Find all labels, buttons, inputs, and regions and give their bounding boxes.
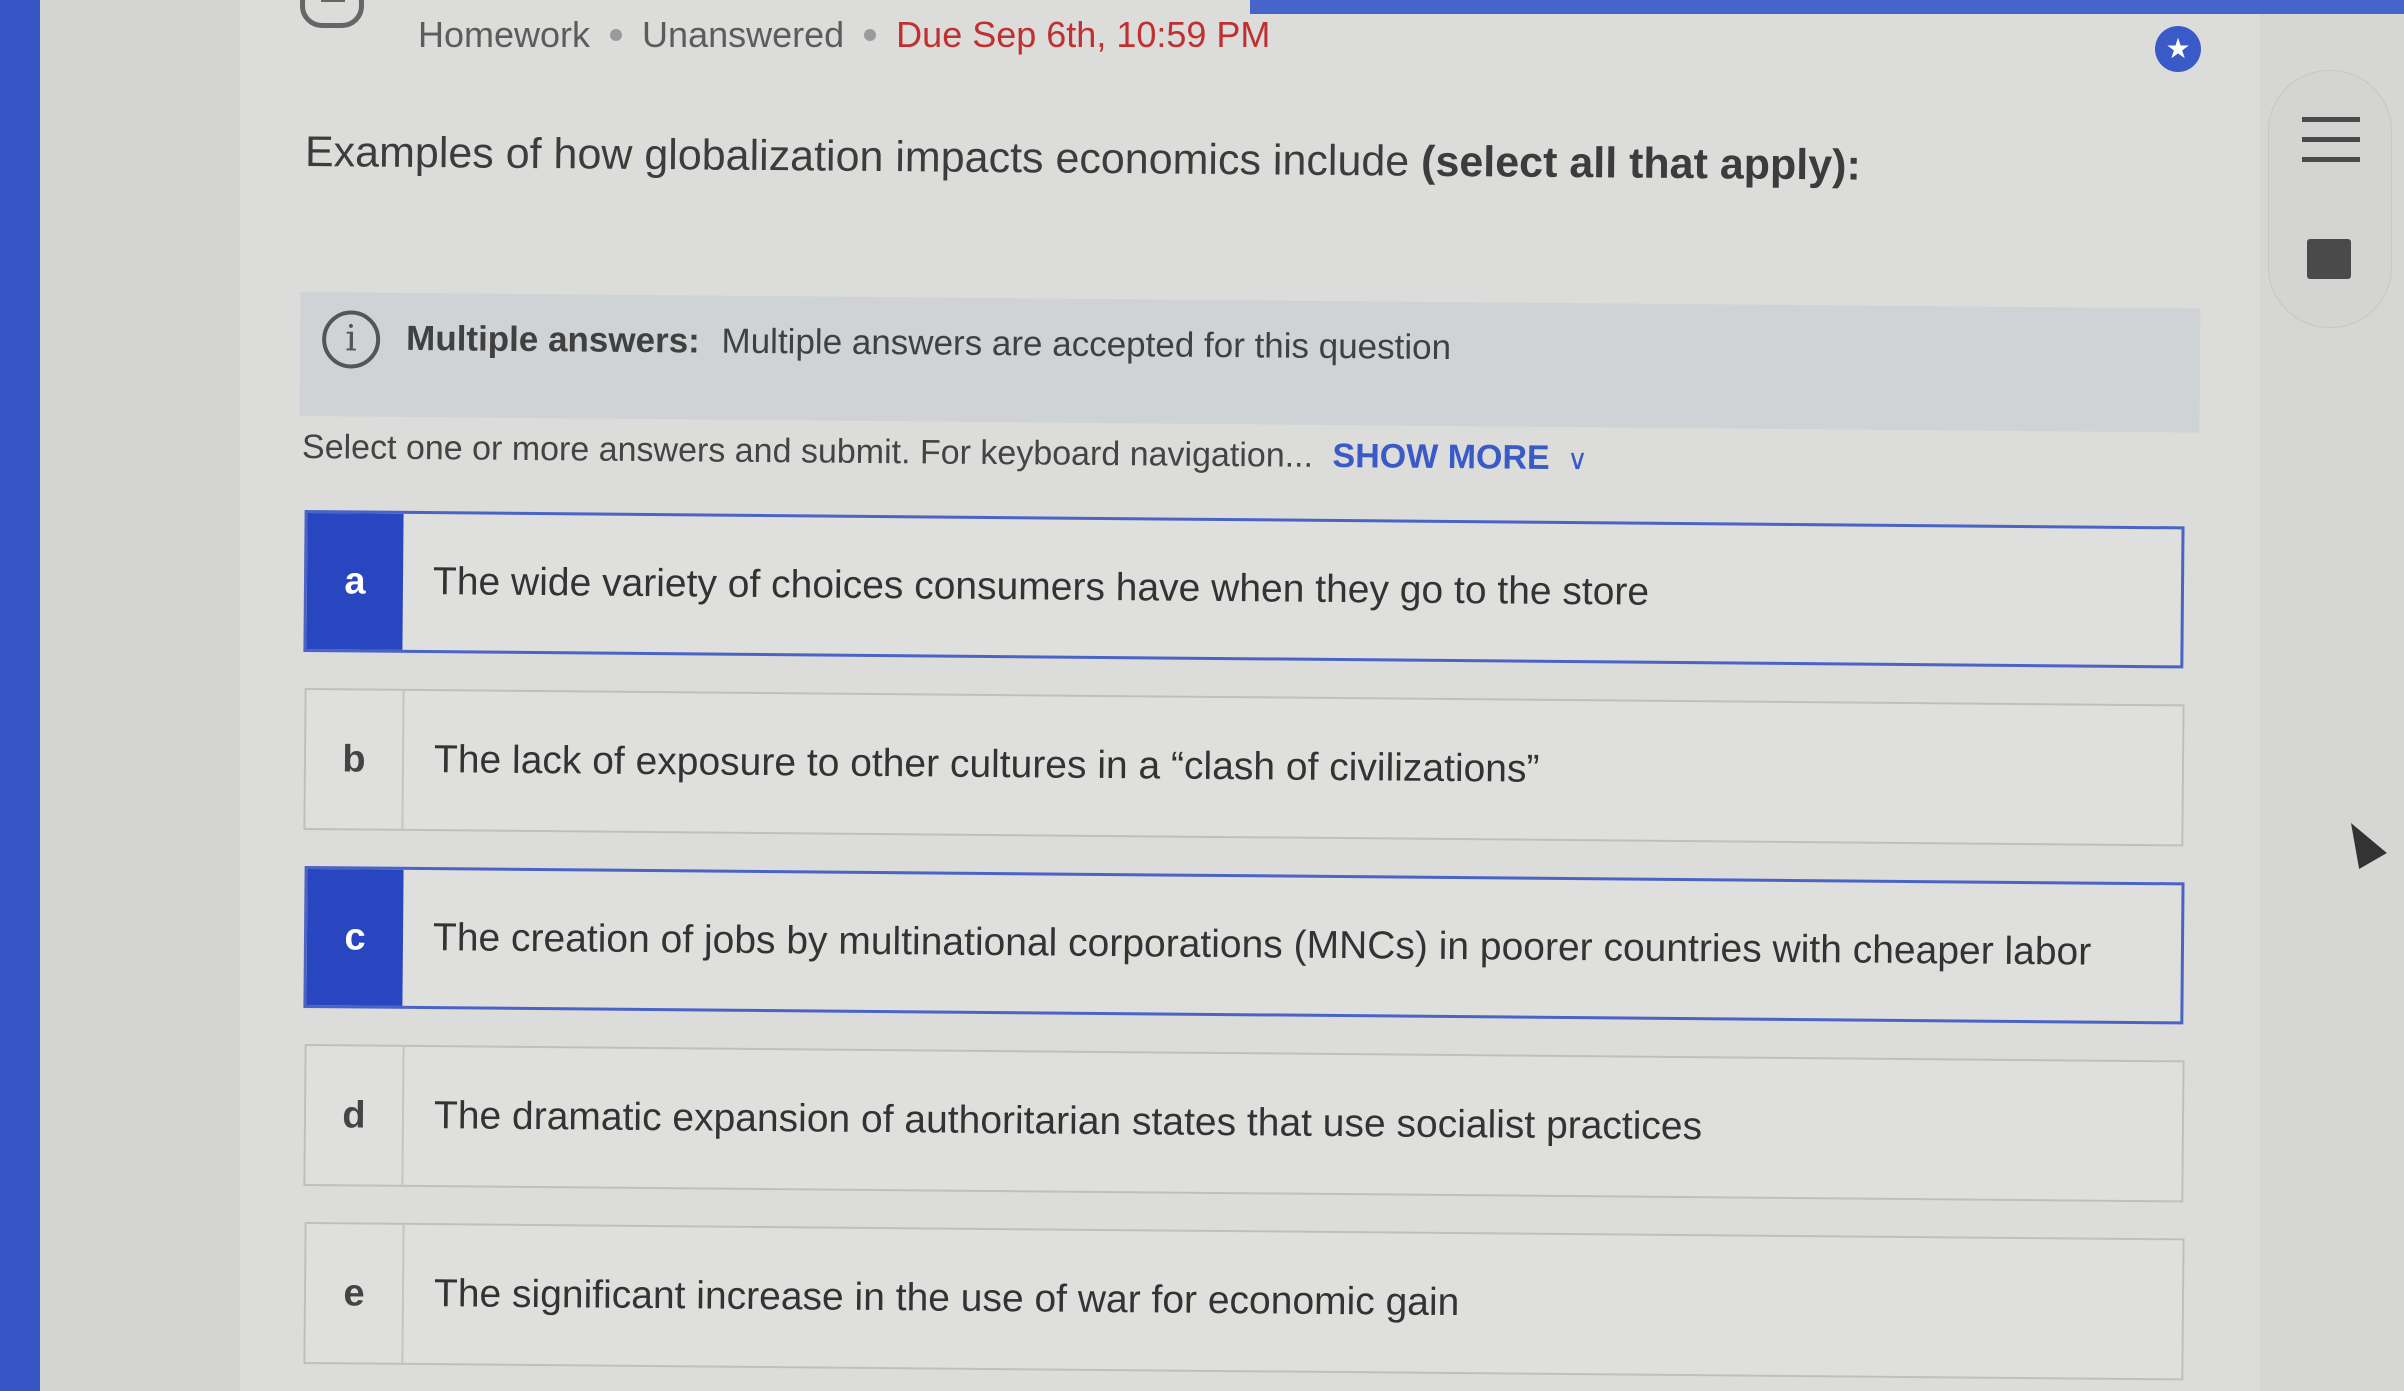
- option-text: The lack of exposure to other cultures i…: [433, 738, 1540, 791]
- tool-rail: [2268, 70, 2392, 328]
- question-emphasis: (select all that apply):: [1420, 137, 1862, 190]
- option-text: The creation of jobs by multinational co…: [432, 916, 2092, 974]
- option-a[interactable]: a The wide variety of choices consumers …: [303, 510, 2185, 669]
- assignment-meta: Homework Unanswered Due Sep 6th, 10:59 P…: [418, 14, 1270, 56]
- option-letter: a: [306, 513, 404, 650]
- top-accent-bar: [1250, 0, 2404, 14]
- question-text: Examples of how globalization impacts ec…: [304, 128, 1410, 186]
- option-letter: d: [305, 1046, 405, 1185]
- due-date: Due Sep 6th, 10:59 PM: [896, 14, 1271, 55]
- star-icon[interactable]: ★: [2155, 26, 2201, 72]
- left-accent-bar: [0, 0, 40, 1391]
- option-letter: e: [305, 1224, 405, 1363]
- separator-dot: [610, 29, 623, 41]
- notice-title: Multiple answers:: [405, 318, 700, 361]
- info-icon: i: [321, 310, 381, 369]
- notebook-icon[interactable]: [2307, 239, 2351, 279]
- option-e[interactable]: e The significant increase in the use of…: [303, 1222, 2185, 1381]
- option-text: The dramatic expansion of authoritarian …: [433, 1094, 1703, 1149]
- assignment-type: Homework: [418, 14, 591, 55]
- option-letter: c: [306, 869, 404, 1006]
- option-d[interactable]: d The dramatic expansion of authoritaria…: [303, 1044, 2185, 1203]
- show-more-link[interactable]: SHOW MORE: [1332, 437, 1550, 477]
- answer-status: Unanswered: [642, 14, 845, 55]
- option-text: The significant increase in the use of w…: [433, 1272, 1460, 1325]
- separator-dot: [864, 29, 877, 41]
- option-b[interactable]: b The lack of exposure to other cultures…: [303, 688, 2185, 847]
- chevron-down-icon[interactable]: ∨: [1567, 444, 1588, 475]
- list-icon[interactable]: [2302, 113, 2360, 167]
- notice-text: Multiple answers are accepted for this q…: [721, 321, 1452, 368]
- option-c[interactable]: c The creation of jobs by multinational …: [303, 866, 2185, 1025]
- option-letter: b: [305, 690, 405, 829]
- chat-icon[interactable]: [300, 0, 364, 28]
- instruction-text: Select one or more answers and submit. F…: [301, 428, 1314, 475]
- multiple-answers-notice: i Multiple answers: Multiple answers are…: [299, 292, 2201, 433]
- option-text: The wide variety of choices consumers ha…: [432, 560, 1650, 614]
- left-panel: [40, 0, 241, 1391]
